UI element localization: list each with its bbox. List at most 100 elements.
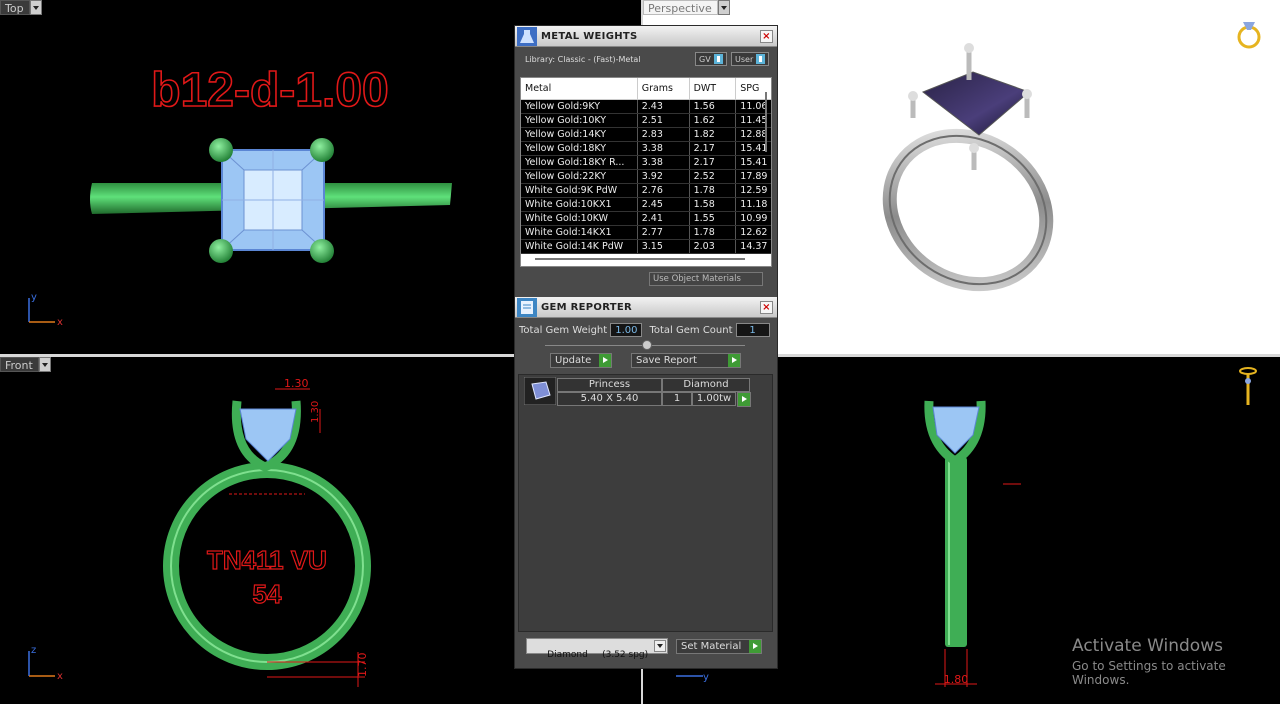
column-header-grams[interactable]: Grams [637, 78, 690, 100]
table-cell: White Gold:14K PdW [521, 239, 638, 254]
table-cell: White Gold:10KX1 [521, 197, 638, 212]
use-object-materials-button[interactable]: Use Object Materials [649, 272, 763, 286]
table-cell: 3.15 [637, 239, 690, 254]
axis-x-label: x [57, 671, 63, 682]
vertical-scrollbar[interactable] [765, 92, 767, 152]
dimension-side: 1.30 [310, 401, 321, 423]
table-cell: 1.56 [689, 99, 737, 114]
gem-size: 5.40 X 5.40 [557, 392, 662, 406]
table-row[interactable]: Yellow Gold:9KY 2.43 1.56 11.06 [521, 99, 771, 114]
table-cell: 2.17 [689, 155, 737, 170]
table-cell: White Gold:14KX1 [521, 225, 638, 240]
material-select[interactable]: Diamond (3.52 spg) [526, 638, 668, 660]
metal-weights-toolbar: Library: Classic - (Fast)-Metal GV User [515, 47, 777, 71]
axis-y-label: y [703, 672, 709, 683]
table-cell: 2.51 [637, 113, 690, 128]
prong-3 [209, 239, 233, 263]
gem-list[interactable]: Princess Diamond 5.40 X 5.40 1 1.00tw [518, 374, 773, 632]
prong-2 [310, 138, 334, 162]
viewport-label-top[interactable]: Top [0, 0, 42, 15]
table-cell: 2.76 [637, 183, 690, 198]
close-icon[interactable]: × [760, 301, 773, 314]
table-row[interactable]: White Gold:14K PdW 3.15 2.03 14.37 [521, 239, 771, 254]
watermark-title: Activate Windows [1072, 636, 1223, 656]
table-row[interactable]: Yellow Gold:10KY 2.51 1.62 11.45 [521, 113, 771, 128]
table-cell: White Gold:9K PdW [521, 183, 638, 198]
chevron-down-icon[interactable] [654, 640, 666, 652]
chevron-down-icon[interactable] [717, 0, 730, 15]
set-material-button[interactable]: Set Material [676, 639, 762, 654]
table-cell: 11.18 [735, 197, 771, 212]
engraving-line-2: 54 [253, 579, 282, 609]
table-cell: Yellow Gold:10KY [521, 113, 638, 128]
gem-weight: 1.00tw [692, 392, 736, 406]
ring-icon[interactable] [1237, 22, 1261, 49]
table-cell: 3.38 [637, 141, 690, 156]
table-cell: 2.52 [689, 169, 737, 184]
ring-side-icon[interactable] [1239, 367, 1257, 405]
table-cell: Yellow Gold:22KY [521, 169, 638, 184]
table-cell: 15.41 [735, 155, 771, 170]
table-row[interactable]: Yellow Gold:14KY 2.83 1.82 12.88 [521, 127, 771, 142]
table-cell: 2.77 [637, 225, 690, 240]
table-cell: Yellow Gold:14KY [521, 127, 638, 142]
column-header-metal[interactable]: Metal [521, 78, 638, 100]
table-cell: Yellow Gold:18KY R... [521, 155, 638, 170]
metal-weights-table[interactable]: Metal Grams DWT SPG Yellow Gold:9KY 2.43 1… [520, 77, 772, 267]
table-cell: 1.58 [689, 197, 737, 212]
axis-y-label: y [31, 292, 37, 303]
user-toggle[interactable]: User [731, 52, 769, 66]
splitter-handle[interactable] [642, 340, 652, 350]
table-cell: 2.83 [637, 127, 690, 142]
table-cell: 1.78 [689, 225, 737, 240]
princess-stone-3d [921, 71, 1030, 136]
table-row[interactable]: White Gold:9K PdW 2.76 1.78 12.59 [521, 183, 771, 198]
watermark-subtitle: Go to Settings to activate Windows. [1072, 659, 1226, 687]
total-count-field[interactable]: 1 [735, 323, 770, 337]
chevron-down-icon[interactable] [29, 0, 42, 15]
table-row[interactable]: Yellow Gold:18KY R... 3.38 2.17 15.41 [521, 155, 771, 170]
viewport-label-front[interactable]: Front [0, 357, 51, 372]
table-row[interactable]: Yellow Gold:18KY 3.38 2.17 15.41 [521, 141, 771, 156]
table-cell: 3.92 [637, 169, 690, 184]
update-button[interactable]: Update [550, 353, 612, 368]
play-icon [738, 393, 750, 406]
gem-reporter-title: GEM REPORTER [541, 301, 633, 313]
princess-gem-icon [524, 377, 556, 405]
gem-select-button[interactable] [737, 392, 751, 407]
gv-toggle[interactable]: GV [695, 52, 727, 66]
play-icon [749, 640, 761, 653]
table-cell: 3.38 [637, 155, 690, 170]
column-header-dwt[interactable]: DWT [689, 78, 737, 100]
toggle-icon [756, 54, 765, 64]
table-cell: 2.03 [689, 239, 737, 254]
gem-shape: Princess [557, 378, 662, 392]
gem-reporter-header[interactable]: GEM REPORTER × [515, 297, 777, 318]
table-row[interactable]: White Gold:10KX1 2.45 1.58 11.18 [521, 197, 771, 212]
axis-z-label: z [31, 645, 36, 656]
gem-report-icon [517, 298, 537, 317]
table-row[interactable]: Yellow Gold:22KY 3.92 2.52 17.89 [521, 169, 771, 184]
horizontal-scrollbar[interactable] [535, 258, 745, 260]
table-cell: 17.89 [735, 169, 771, 184]
viewport-label-perspective[interactable]: Perspective [643, 0, 730, 15]
close-icon[interactable]: × [760, 30, 773, 43]
gem-material: Diamond [662, 378, 750, 392]
dimension-bottom: 1.70 [356, 653, 369, 678]
dimension-top: 1.30 [284, 377, 309, 390]
table-cell: 1.62 [689, 113, 737, 128]
table-cell: 14.37 [735, 239, 771, 254]
metal-weights-title: METAL WEIGHTS [541, 30, 638, 42]
library-label: Library: Classic - (Fast)-Metal [525, 55, 641, 64]
chevron-down-icon[interactable] [38, 357, 51, 372]
total-weight-field[interactable]: 1.00 [610, 323, 643, 337]
table-row[interactable]: White Gold:10KW 2.41 1.55 10.99 [521, 211, 771, 226]
total-weight-label: Total Gem Weight [519, 324, 608, 336]
table-cell: 12.62 [735, 225, 771, 240]
metal-weights-header[interactable]: METAL WEIGHTS × [515, 26, 777, 47]
table-row[interactable]: White Gold:14KX1 2.77 1.78 12.62 [521, 225, 771, 240]
engraving-line-1: TN411 VU [207, 545, 327, 575]
rhino-workspace: b12-d-1.00 y x Top Perspective TN411 VU … [0, 0, 1280, 704]
gem-count: 1 [662, 392, 692, 406]
save-report-button[interactable]: Save Report [631, 353, 741, 368]
